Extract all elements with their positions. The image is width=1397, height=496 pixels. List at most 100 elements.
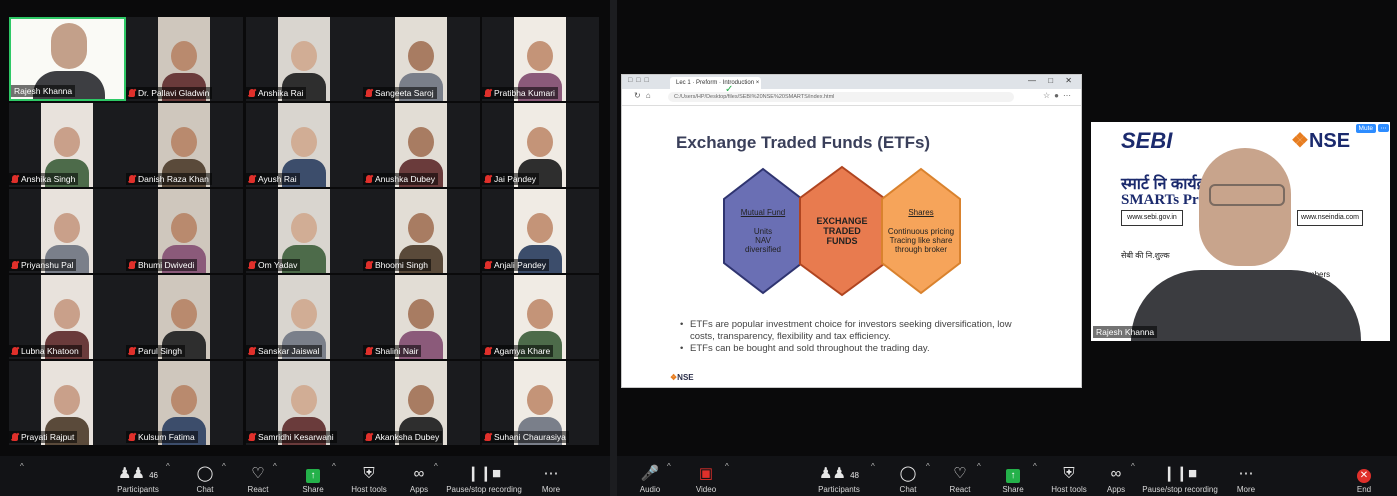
mic-muted-icon (129, 89, 135, 97)
participant-tile[interactable]: Agamya Khare (482, 275, 599, 359)
participant-name-text: Anushka Dubey (375, 174, 436, 184)
participant-tile[interactable]: Ayush Rai (246, 103, 363, 187)
nse-banner-logo: ❖NSE (1291, 128, 1350, 153)
apps-button[interactable]: ∞ Apps (404, 465, 434, 494)
share-button-right[interactable]: ↑ Share (997, 465, 1029, 494)
participant-tile[interactable]: Priyanshu Pal (9, 189, 126, 273)
participant-head (291, 385, 317, 415)
audio-caret-icon[interactable]: ^ (667, 462, 671, 471)
participant-name-text: Bhumi Dwivedi (138, 260, 195, 270)
participant-name: Samridhi Kesarwani (246, 431, 337, 443)
audio-button[interactable]: 🎤 Audio (635, 465, 665, 494)
participant-tile[interactable]: Parul Singh (126, 275, 243, 359)
participant-head (54, 213, 80, 243)
participant-name-text: Bhoomi Singh (375, 260, 428, 270)
chat-button[interactable]: ◯ Chat (190, 465, 220, 494)
mute-button[interactable]: Mute (1355, 124, 1376, 133)
participant-head (408, 299, 434, 329)
participant-tile[interactable]: Dr. Pallavi Gladwin (126, 17, 243, 101)
participant-tile[interactable]: Pratibha Kumari (482, 17, 599, 101)
participant-name: Anushka Dubey (363, 173, 439, 185)
participant-name: Akanksha Dubey (363, 431, 443, 443)
participant-tile[interactable]: Prayati Rajput (9, 361, 126, 445)
extensions-icon[interactable]: ☆●⋯ (1043, 91, 1075, 100)
participant-tile[interactable]: Lubna Khatoon (9, 275, 126, 359)
participants-caret-icon[interactable]: ^ (871, 462, 875, 471)
participant-tile[interactable]: Danish Raza Khan (126, 103, 243, 187)
react-caret-icon[interactable]: ^ (273, 462, 277, 471)
more-button-right[interactable]: ⋯ More (1231, 465, 1261, 494)
participant-tile[interactable]: Akanksha Dubey (363, 361, 480, 445)
participant-name-text: Prayati Rajput (21, 432, 75, 442)
nav-buttons-icon[interactable]: ↻⌂ (634, 91, 656, 100)
participant-tile[interactable]: Kulsum Fatima (126, 361, 243, 445)
end-button[interactable]: ✕ End (1351, 465, 1377, 494)
participant-head (408, 41, 434, 71)
mic-muted-icon (12, 261, 18, 269)
video-caret-icon[interactable]: ^ (725, 462, 729, 471)
participant-tile[interactable]: Sangeeta Saroj (363, 17, 480, 101)
mic-muted-icon (249, 89, 255, 97)
mic-muted-icon (129, 347, 135, 355)
banner-line3: सेबी की नि.शुल्क (1121, 251, 1170, 260)
participant-tile[interactable]: Jai Pandey (482, 103, 599, 187)
mic-muted-icon (249, 433, 255, 441)
apps-button-right[interactable]: ∞ Apps (1101, 465, 1131, 494)
pause-stop-icon: ❙❙■ (1162, 465, 1198, 482)
react-button-right[interactable]: ♡ React (945, 465, 975, 494)
share-button[interactable]: ↑ Share (296, 465, 330, 494)
participant-tile[interactable]: Bhoomi Singh (363, 189, 480, 273)
more-button[interactable]: ⋯ More (534, 465, 568, 494)
participant-tile[interactable]: Anshika Singh (9, 103, 126, 187)
participant-name: Sanskar Jaiswal (246, 345, 323, 357)
participants-button-right[interactable]: ♟♟ 48 Participants (817, 465, 861, 494)
participants-button[interactable]: ♟♟ 46 Participants (116, 465, 160, 494)
participant-tile[interactable]: Samridhi Kesarwani (246, 361, 363, 445)
share-caret-icon[interactable]: ^ (332, 462, 336, 471)
participant-name-text: Anshika Rai (258, 88, 304, 98)
participant-tile[interactable]: Suhani Chaurasiya (482, 361, 599, 445)
participant-tile[interactable]: Sanskar Jaiswal (246, 275, 363, 359)
hex-left-line: Units (753, 227, 773, 236)
participant-name: Bhumi Dwivedi (126, 259, 198, 271)
participant-tile[interactable]: Om Yadav (246, 189, 363, 273)
video-button[interactable]: ▣ Video (691, 465, 721, 494)
react-button[interactable]: ♡ React (242, 465, 274, 494)
participant-tile[interactable]: Anshika Rai (246, 17, 363, 101)
share-caret-icon[interactable]: ^ (1033, 462, 1037, 471)
react-caret-icon[interactable]: ^ (977, 462, 981, 471)
participant-tile[interactable]: Anushka Dubey (363, 103, 480, 187)
video-more-button[interactable]: ⋯ (1378, 124, 1389, 132)
participant-tile[interactable]: Shalini Nair (363, 275, 480, 359)
more-icon: ⋯ (1238, 465, 1254, 482)
apps-icon: ∞ (1110, 465, 1122, 482)
host-tools-button[interactable]: ⛨ Host tools (346, 465, 392, 494)
chat-caret-icon[interactable]: ^ (926, 462, 930, 471)
heart-icon: ♡ (251, 465, 265, 482)
pause-recording-button-right[interactable]: ❙❙■ Pause/stop recording (1139, 465, 1221, 494)
participant-head (527, 213, 553, 243)
participant-tile[interactable]: Rajesh Khanna (9, 17, 126, 101)
participant-name-text: Sanskar Jaiswal (258, 346, 320, 356)
checkmark-icon: ✓ (725, 84, 734, 95)
speaker-head (1199, 148, 1291, 266)
participant-head (527, 41, 553, 71)
chat-button-right[interactable]: ◯ Chat (893, 465, 923, 494)
participant-name-text: Kulsum Fatima (138, 432, 195, 442)
hex-right-line: through broker (894, 245, 948, 254)
window-controls-icon[interactable]: □□□ (628, 77, 653, 84)
hex-left-line: NAV (755, 236, 771, 245)
chevron-up-icon[interactable]: ^ (20, 462, 24, 471)
participants-caret-icon[interactable]: ^ (166, 462, 170, 471)
pause-recording-button[interactable]: ❙❙■ Pause/stop recording (444, 465, 524, 494)
chat-caret-icon[interactable]: ^ (222, 462, 226, 471)
apps-caret-icon[interactable]: ^ (434, 462, 438, 471)
window-buttons-icon[interactable]: — □ ✕ (1028, 76, 1077, 85)
participant-tile[interactable]: Anjali Pandey (482, 189, 599, 273)
browser-tab[interactable]: Lec 1 · Preform · Introduction × (670, 77, 761, 89)
host-tools-button-right[interactable]: ⛨ Host tools (1047, 465, 1091, 494)
participant-tile[interactable]: Bhumi Dwivedi (126, 189, 243, 273)
apps-caret-icon[interactable]: ^ (1131, 462, 1135, 471)
participant-name: Priyanshu Pal (9, 259, 77, 271)
address-bar[interactable]: C:/Users/HP/Desktop/files/SEBI%20NSE%20S… (668, 92, 1014, 102)
